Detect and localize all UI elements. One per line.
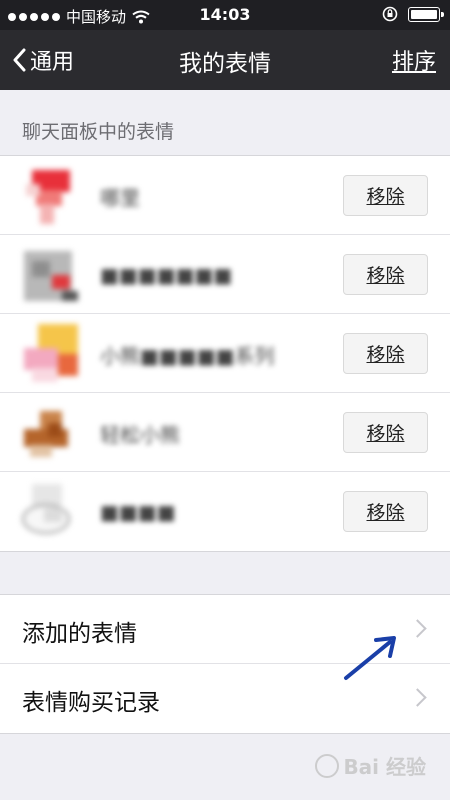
remove-button[interactable]: 移除: [343, 491, 428, 532]
sticker-name: 哪里: [100, 183, 140, 210]
page-title: 我的表情: [179, 51, 271, 77]
rotation-lock-icon: [382, 6, 398, 22]
sticker-thumbnail: [18, 320, 84, 386]
sticker-row: 轻松小熊 移除: [0, 393, 450, 472]
sticker-name: 小熊■■■■■系列: [100, 341, 275, 368]
sticker-thumbnail: [18, 162, 84, 228]
nav-bar: 通用 我的表情 排序: [0, 30, 450, 90]
sticker-thumbnail: [18, 241, 84, 307]
sticker-name: ■■■■■■■: [100, 262, 232, 288]
status-right: [382, 6, 444, 22]
sticker-row: 哪里 移除: [0, 156, 450, 235]
menu-item-label: 添加的表情: [22, 621, 137, 647]
chevron-right-icon: [408, 688, 427, 707]
watermark-text: Bai 经验: [343, 755, 426, 779]
section-header: 聊天面板中的表情: [22, 121, 175, 143]
remove-button[interactable]: 移除: [343, 254, 428, 295]
sticker-thumbnail: [18, 478, 84, 544]
paw-logo-icon: [315, 753, 340, 778]
sticker-row: ■■■■■■■ 移除: [0, 235, 450, 314]
remove-button[interactable]: 移除: [343, 333, 428, 374]
sticker-name-text: 哪里: [100, 185, 140, 210]
sticker-name: ■■■■: [100, 499, 176, 525]
sticker-name-text: ■■■■: [100, 500, 176, 524]
watermark: Bai 经验: [315, 751, 426, 780]
remove-button[interactable]: 移除: [343, 412, 428, 453]
sticker-row: ■■■■ 移除: [0, 472, 450, 551]
battery-icon: [408, 6, 444, 22]
sort-button[interactable]: 排序: [392, 44, 436, 76]
sticker-name: 轻松小熊: [100, 420, 180, 447]
sticker-row: 小熊■■■■■系列 移除: [0, 314, 450, 393]
sticker-name-text: ■■■■■■■: [100, 263, 233, 287]
sticker-list: 哪里 移除 ■■■■■■■ 移除 小熊■■■■■系列 移除 轻松小熊 移除 ■■…: [0, 155, 450, 552]
menu-item-label: 表情购买记录: [22, 690, 160, 716]
sticker-name-text: 小熊■■■■■系列: [100, 343, 275, 368]
annotation-arrow-icon: [344, 636, 396, 680]
chevron-right-icon: [408, 619, 427, 638]
status-bar: 中国移动 14:03: [0, 0, 450, 30]
remove-button[interactable]: 移除: [343, 175, 428, 216]
sticker-name-text: 轻松小熊: [100, 422, 180, 447]
sticker-thumbnail: [18, 399, 84, 465]
